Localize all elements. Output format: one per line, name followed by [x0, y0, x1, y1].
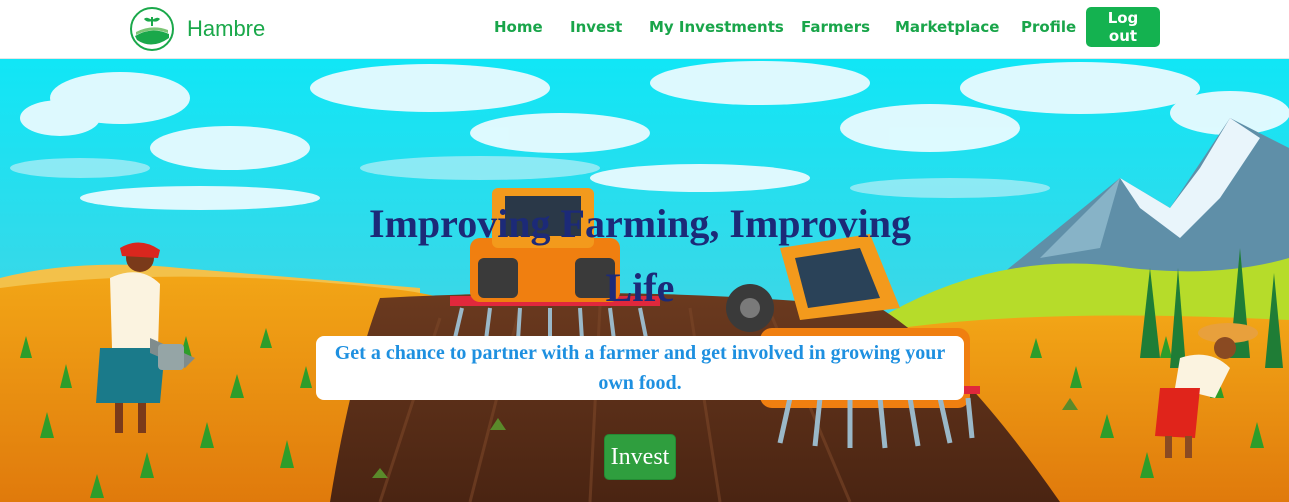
brand-name: Hambre	[187, 16, 266, 41]
hero-invest-button[interactable]: Invest	[604, 434, 676, 480]
farm-field-sprout-icon	[130, 7, 174, 51]
nav-my-investments-link[interactable]: My Investments	[649, 18, 784, 36]
hero-tagline: Get a chance to partner with a farmer an…	[334, 342, 946, 394]
nav-home-link[interactable]: Home	[494, 18, 543, 36]
hero-tagline-box: Get a chance to partner with a farmer an…	[316, 336, 964, 400]
nav-farmers-link[interactable]: Farmers	[801, 18, 870, 36]
nav-profile-link[interactable]: Profile	[1021, 18, 1076, 36]
logout-button[interactable]: Log out	[1086, 7, 1160, 47]
hero-section: Improving Farming, Improving Life Get a …	[0, 58, 1289, 502]
top-navbar: Hambre Home Invest My Investments Farmer…	[0, 0, 1289, 59]
brand[interactable]: Hambre	[129, 6, 265, 52]
nav-marketplace-link[interactable]: Marketplace	[895, 18, 999, 36]
hero-headline: Improving Farming, Improving Life	[369, 201, 911, 310]
nav-links: Home Invest My Investments Farmers Marke…	[480, 0, 1160, 58]
nav-invest-link[interactable]: Invest	[570, 18, 622, 36]
